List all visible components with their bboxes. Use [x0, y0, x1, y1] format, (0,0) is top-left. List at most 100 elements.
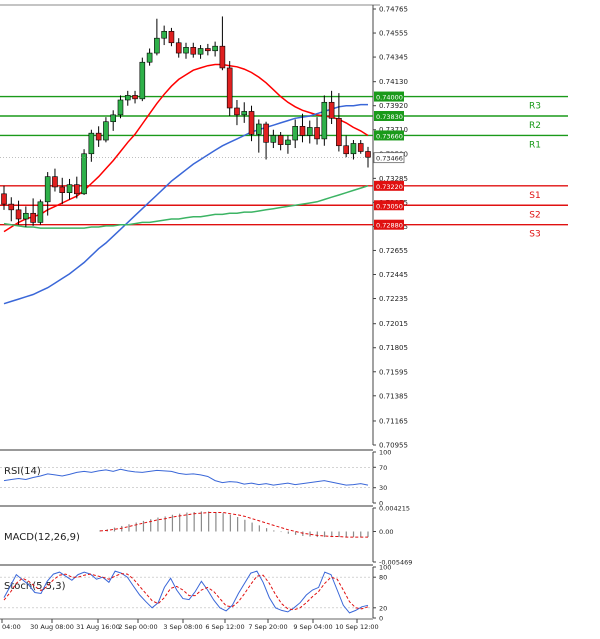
candle-body	[197, 48, 204, 55]
candle-body	[30, 212, 36, 223]
x-axis-label: 31 Aug 16:00	[76, 623, 120, 631]
x-axis-label: 2 Sep 00:00	[118, 623, 157, 631]
indicator-1-axis-label: 100	[379, 449, 391, 457]
x-axis-label: 10 Sep 12:00	[335, 623, 378, 631]
candle-body	[343, 145, 349, 155]
candle-body	[117, 99, 124, 116]
candle-body	[8, 203, 15, 211]
candle-body	[277, 135, 284, 145]
candle-body	[270, 135, 277, 143]
candle-body	[52, 176, 58, 188]
pivot-price-label-R1: 0.73660	[376, 132, 403, 140]
price-axis-label: 0.72445	[379, 271, 408, 279]
candle-body	[241, 111, 248, 116]
x-axis-label: 7 Sep 20:00	[248, 623, 287, 631]
pivot-label-S3: S3	[529, 230, 540, 240]
indicator-2-axis-label: 0.00	[379, 528, 393, 536]
price-axis-label: 0.71805	[379, 344, 408, 352]
candle-body	[255, 123, 262, 135]
candle-body	[168, 31, 175, 44]
candle-body	[328, 101, 335, 119]
moving-average-line-0	[3, 63, 369, 233]
candle-body	[190, 47, 197, 55]
pivot-label-R2: R2	[529, 121, 541, 131]
candle-body	[183, 47, 189, 54]
candle-body	[306, 127, 313, 136]
indicator-3-title: Stoch(5,5,3)	[4, 581, 66, 592]
price-axis-label: 0.71165	[379, 417, 408, 425]
price-axis-label: 0.71385	[379, 392, 408, 400]
price-axis-label: 0.71595	[379, 368, 408, 376]
indicator-2-axis-label: 0.004215	[379, 505, 410, 513]
x-axis-label: 6 Sep 12:00	[205, 623, 244, 631]
price-axis-label: 0.74765	[379, 6, 408, 14]
candle-body	[146, 52, 153, 63]
chart-svg: 0.747650.745550.743450.741300.739200.737…	[0, 4, 568, 631]
candle-body	[139, 61, 146, 100]
macd-signal-line	[99, 512, 368, 538]
candle-body	[95, 132, 102, 141]
pivot-label-S1: S1	[529, 191, 540, 201]
price-axis-label: 0.73920	[379, 102, 408, 110]
candle-body	[1, 193, 7, 205]
chart-window: 0.74765 0.74555 0.74345 0.74130 0.73920 0.737…	[0, 0, 600, 635]
indicator-1-axis-label: 70	[379, 464, 387, 472]
candle-body	[299, 126, 306, 136]
candle-body	[132, 95, 138, 100]
candle-body	[321, 101, 328, 140]
price-axis-label: 0.74555	[379, 30, 408, 38]
pivot-label-S2: S2	[529, 210, 540, 220]
x-axis-label: 9 Sep 04:00	[293, 623, 332, 631]
candle-body	[175, 42, 182, 54]
pivot-price-label-R3: 0.74000	[376, 94, 403, 102]
candle-body	[357, 143, 364, 152]
candle-body	[365, 151, 371, 158]
indicator-1-title: RSI(14)	[4, 466, 41, 477]
candle-body	[74, 184, 80, 195]
candle-body	[66, 184, 73, 193]
pivot-price-label-S1: 0.73220	[376, 183, 403, 191]
pivot-price-label-S2: 0.73050	[376, 202, 403, 210]
price-axis-label: 0.72015	[379, 320, 408, 328]
price-axis-label: 0.74345	[379, 54, 408, 62]
candle-body	[103, 121, 109, 141]
candle-body	[15, 209, 22, 220]
indicator-2-title: MACD(12,26,9)	[4, 532, 80, 543]
candle-body	[314, 127, 320, 140]
current-price-label: 0.73466	[376, 155, 403, 163]
indicator-3-axis-label: 100	[379, 564, 391, 572]
candle-body	[263, 123, 269, 143]
indicator-3-axis-label: 80	[379, 574, 387, 582]
candle-body	[81, 153, 87, 195]
price-axis-label: 0.72655	[379, 247, 408, 255]
candle-body	[285, 139, 291, 145]
pivot-price-label-S3: 0.72880	[376, 222, 403, 230]
indicator-1-axis-label: 30	[379, 484, 387, 492]
candle-body	[292, 126, 299, 141]
indicator-3-axis-label: 0	[379, 615, 383, 623]
candle-body	[124, 95, 131, 101]
pivot-label-R3: R3	[529, 102, 541, 112]
moving-average-line-2	[3, 185, 369, 229]
x-axis-label: 04:00	[2, 623, 21, 631]
candle-body	[336, 117, 342, 147]
candle-body	[23, 212, 29, 220]
candle-body	[248, 111, 255, 135]
candle-body	[59, 186, 66, 193]
rsi-line	[3, 468, 369, 486]
candle-body	[219, 45, 226, 69]
pivot-label-R1: R1	[529, 140, 541, 150]
candle-body	[154, 37, 160, 54]
candle-body	[212, 45, 218, 52]
candle-body	[205, 48, 211, 52]
price-axis-label: 0.72235	[379, 295, 408, 303]
candle-body	[88, 132, 95, 155]
x-axis-label: 30 Aug 08:00	[30, 623, 74, 631]
candle-body	[110, 114, 116, 123]
price-axis-label: 0.74130	[379, 78, 408, 86]
candle-body	[161, 31, 167, 39]
candle-body	[226, 67, 233, 109]
candle-body	[44, 176, 51, 203]
candle-body	[234, 107, 240, 116]
pivot-price-label-R2: 0.73830	[376, 113, 403, 121]
